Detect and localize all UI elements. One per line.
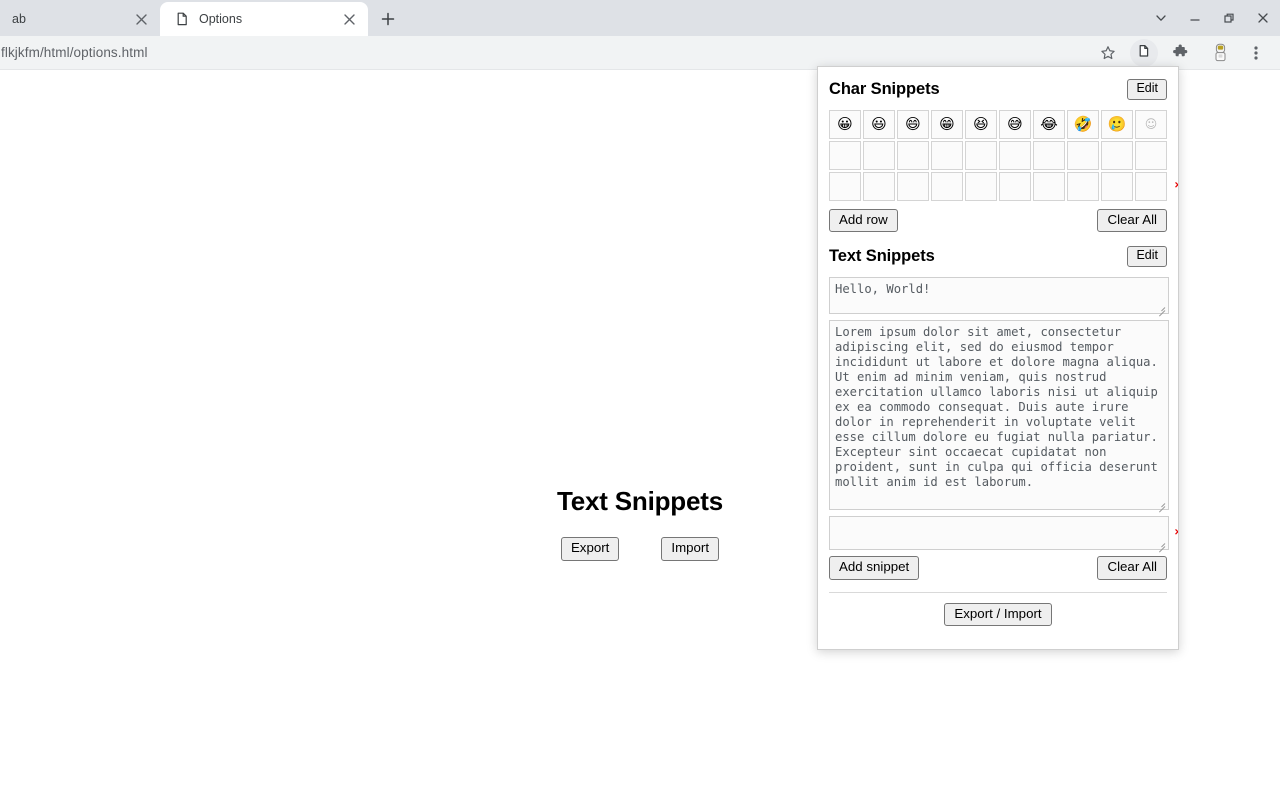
browser-window: ab Options flkjkfm/html/options.html Tex…	[0, 0, 1280, 800]
char-clear-all-button[interactable]: Clear All	[1097, 208, 1167, 233]
tab-search-chevron-down-icon[interactable]	[1144, 0, 1178, 36]
tab-close-icon[interactable]	[132, 10, 150, 28]
tab-close-icon[interactable]	[340, 10, 358, 28]
tab-strip: ab Options	[0, 0, 1280, 36]
delete-snippet-icon[interactable]: ×	[1175, 527, 1178, 539]
char-snippets-title: Char Snippets	[829, 79, 940, 98]
char-cell[interactable]: 😁	[931, 109, 963, 139]
add-row-button[interactable]: Add row	[829, 208, 898, 233]
snippet-textarea[interactable]: Hello, World!	[829, 277, 1169, 315]
url-text: flkjkfm/html/options.html	[1, 45, 148, 60]
char-row	[829, 140, 1167, 170]
char-cell[interactable]	[931, 171, 963, 201]
char-snippets-grid: 😀 😃 😄 😁 😆 😅 😂 🤣 🥲 ☺	[829, 109, 1178, 201]
browser-menu-icon[interactable]	[1242, 39, 1270, 67]
text-snippets-edit-button[interactable]: Edit	[1127, 246, 1167, 268]
add-snippet-button[interactable]: Add snippet	[829, 556, 920, 580]
char-cell[interactable]	[965, 171, 997, 201]
char-row: 😀 😃 😄 😁 😆 😅 😂 🤣 🥲 ☺	[829, 109, 1167, 139]
char-snippets-edit-button[interactable]: Edit	[1127, 79, 1167, 100]
export-button[interactable]: Export	[560, 537, 620, 561]
text-snippets-title: Text Snippets	[829, 247, 935, 266]
text-snippets-actions: Add snippet Clear All	[829, 556, 1167, 580]
char-row: ×	[829, 171, 1178, 201]
char-cell[interactable]: 🥲	[1101, 109, 1133, 139]
close-icon[interactable]	[1246, 0, 1280, 36]
page-document-icon	[174, 11, 190, 27]
export-import-button[interactable]: Export / Import	[944, 602, 1052, 627]
snippet-textarea[interactable]: Lorem ipsum dolor sit amet, consectetur …	[829, 320, 1169, 511]
browser-toolbar: flkjkfm/html/options.html	[0, 36, 1280, 70]
extensions-puzzle-icon[interactable]	[1166, 39, 1194, 67]
minimize-icon[interactable]	[1178, 0, 1212, 36]
char-cell[interactable]	[1033, 140, 1065, 170]
char-cell[interactable]: 🤣	[1067, 109, 1099, 139]
window-controls	[1144, 0, 1280, 36]
char-cell[interactable]	[965, 140, 997, 170]
char-cell[interactable]	[863, 140, 895, 170]
new-tab-button[interactable]	[374, 5, 402, 33]
char-cell[interactable]: 😄	[897, 109, 929, 139]
char-cell[interactable]	[1135, 140, 1167, 170]
char-cell[interactable]: 😂	[1033, 109, 1065, 139]
popup-divider	[829, 591, 1167, 593]
bookmark-star-icon[interactable]	[1094, 39, 1122, 67]
char-cell[interactable]: 😅	[999, 109, 1031, 139]
text-snippets-header: Text Snippets Edit	[829, 246, 1167, 268]
char-cell[interactable]	[897, 171, 929, 201]
char-cell[interactable]	[863, 171, 895, 201]
toolbar-actions	[1090, 38, 1280, 67]
tab-title: Options	[199, 12, 243, 26]
snippets-extension-icon[interactable]	[1130, 38, 1158, 67]
text-clear-all-button[interactable]: Clear All	[1097, 556, 1167, 580]
tab-options[interactable]: Options	[160, 2, 368, 36]
restore-icon[interactable]	[1212, 0, 1246, 36]
char-cell[interactable]	[1101, 171, 1133, 201]
char-cell[interactable]	[1101, 140, 1133, 170]
char-cell[interactable]	[829, 171, 861, 201]
char-cell[interactable]	[1067, 140, 1099, 170]
address-bar[interactable]: flkjkfm/html/options.html	[0, 39, 1090, 67]
char-cell[interactable]	[1067, 171, 1099, 201]
snippet-row: Hello, World!	[829, 277, 1169, 317]
snippet-row: Lorem ipsum dolor sit amet, consectetur …	[829, 320, 1169, 513]
popup-footer: Export / Import	[829, 602, 1167, 627]
tab-title: ab	[12, 12, 26, 26]
import-button[interactable]: Import	[661, 537, 720, 561]
char-cell[interactable]	[999, 140, 1031, 170]
delete-row-icon[interactable]: ×	[1175, 180, 1178, 192]
char-cell[interactable]: 😆	[965, 109, 997, 139]
char-cell[interactable]	[897, 140, 929, 170]
char-cell-placeholder[interactable]: ☺	[1135, 109, 1167, 139]
profile-avatar-icon[interactable]	[1206, 39, 1234, 67]
snippets-popup: Char Snippets Edit 😀 😃 😄 😁 😆 😅 😂 🤣 🥲 ☺ A…	[817, 66, 1179, 650]
text-snippets-section: Text Snippets Edit Hello, World! Lorem i…	[829, 246, 1178, 627]
snippet-row: ×	[829, 516, 1178, 553]
char-cell[interactable]	[1033, 171, 1065, 201]
char-cell[interactable]	[931, 140, 963, 170]
char-snippets-header: Char Snippets Edit	[829, 79, 1167, 100]
char-cell[interactable]	[829, 140, 861, 170]
char-cell[interactable]: 😃	[863, 109, 895, 139]
char-cell[interactable]	[1135, 171, 1167, 201]
char-snippets-actions: Add row Clear All	[829, 208, 1167, 233]
char-cell[interactable]	[999, 171, 1031, 201]
snippet-textarea[interactable]	[829, 516, 1169, 551]
char-cell[interactable]: 😀	[829, 109, 861, 139]
tab-ab[interactable]: ab	[0, 2, 160, 36]
